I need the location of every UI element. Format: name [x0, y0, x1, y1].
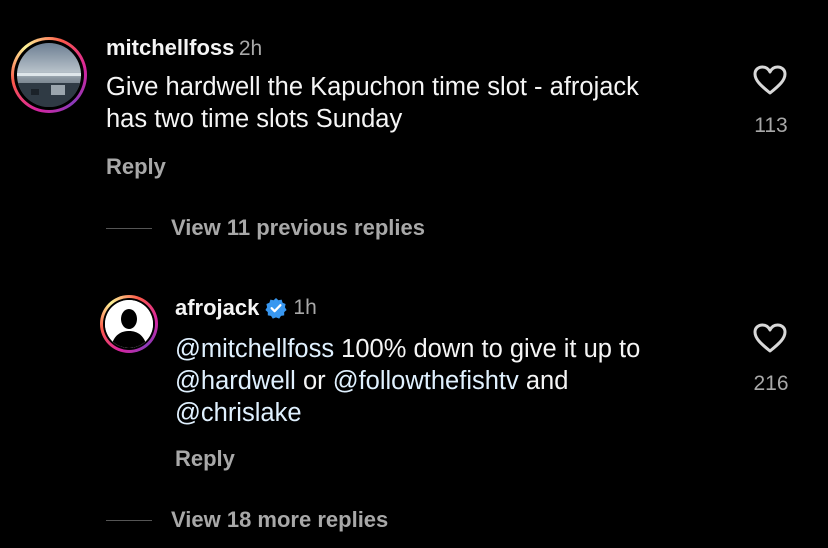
silhouette-avatar-icon: [105, 300, 153, 348]
comment-text-line2: has two time slots Sunday: [106, 105, 403, 133]
comment-header: mitchellfoss 2h: [106, 35, 262, 61]
heart-icon: [753, 323, 787, 353]
avatar[interactable]: [11, 37, 87, 113]
comment-time: 2h: [238, 37, 263, 60]
like-count: 113: [754, 114, 788, 137]
comment-text: Give hardwell the Kapuchon time slot - a…: [106, 71, 746, 135]
heart-icon: [753, 65, 787, 95]
reply-text-segment: 100% down to give it up to: [334, 335, 641, 363]
reply-text: @mitchellfoss 100% down to give it up to…: [175, 333, 735, 429]
divider-line: [106, 228, 152, 229]
view-more-replies[interactable]: View 18 more replies: [106, 504, 526, 536]
reply-text-line2: @hardwell or @followthefishtv and: [175, 365, 735, 397]
comment-text-line1: Give hardwell the Kapuchon time slot - a…: [106, 73, 639, 101]
view-previous-replies-label: View 11 previous replies: [171, 215, 425, 240]
like-count: 216: [753, 372, 789, 395]
reply-text-segment: and: [518, 367, 569, 395]
divider-line: [106, 520, 152, 521]
verified-badge-icon: [265, 297, 287, 319]
avatar-image: [17, 43, 81, 107]
avatar-photo: [17, 43, 81, 107]
mention-link[interactable]: @chrislake: [175, 399, 302, 427]
mention-link[interactable]: @followthefishtv: [333, 367, 519, 395]
avatar[interactable]: [100, 295, 158, 353]
comment-username[interactable]: mitchellfoss: [106, 35, 234, 60]
reply-time: 1h: [293, 296, 317, 319]
view-more-replies-label: View 18 more replies: [171, 507, 389, 532]
reply-button[interactable]: Reply: [175, 446, 235, 472]
mention-link[interactable]: @hardwell: [175, 367, 296, 395]
reply-text-line1: @mitchellfoss 100% down to give it up to: [175, 333, 735, 365]
mention-link[interactable]: @mitchellfoss: [175, 335, 334, 363]
avatar-photo: [105, 300, 153, 348]
view-previous-replies[interactable]: View 11 previous replies: [106, 212, 526, 244]
like-button[interactable]: [752, 64, 788, 96]
reply-header: afrojack 1h: [175, 295, 317, 321]
reply-button[interactable]: Reply: [106, 154, 166, 180]
reply-comment: afrojack 1h @mitchellfoss 100% down to g…: [0, 280, 828, 480]
comment: mitchellfoss 2h Give hardwell the Kapuch…: [0, 0, 828, 200]
like-button[interactable]: [752, 322, 788, 354]
reply-text-line3: @chrislake: [175, 397, 735, 429]
reply-username[interactable]: afrojack: [175, 295, 259, 321]
reply-text-segment: or: [295, 367, 333, 395]
